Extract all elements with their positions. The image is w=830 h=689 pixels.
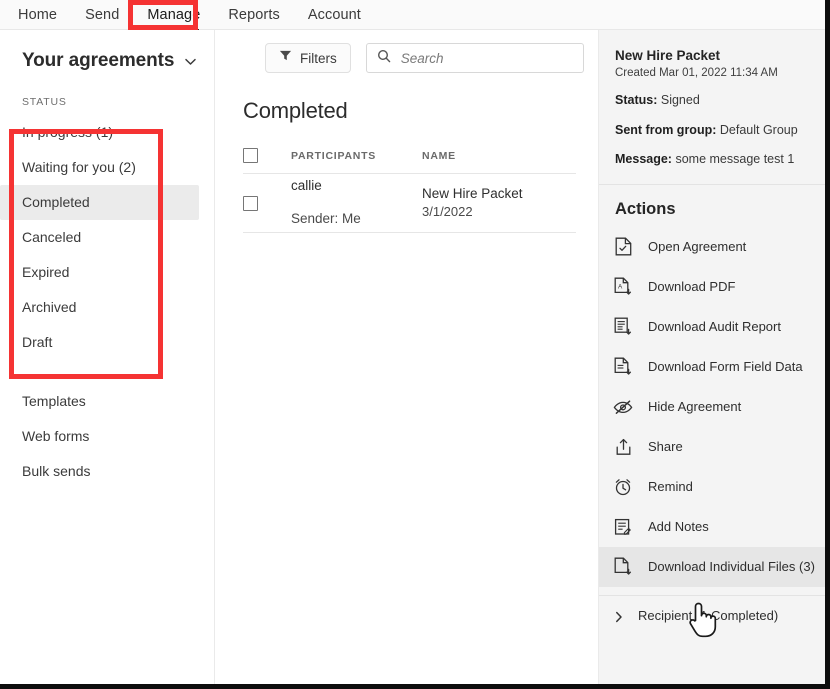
action-label: Download Individual Files (3) <box>648 559 815 575</box>
detail-field-message: Message: some message test 1 <box>615 152 809 168</box>
search-box[interactable] <box>365 43 584 73</box>
nav-item-send[interactable]: Send <box>85 7 119 23</box>
action-download-pdf[interactable]: A Download PDF <box>599 267 825 307</box>
participant-name: callie <box>291 178 322 194</box>
agreement-detail-panel: New Hire Packet Created Mar 01, 2022 11:… <box>599 30 825 684</box>
select-all-checkbox[interactable] <box>243 148 258 163</box>
funnel-icon <box>279 49 292 67</box>
action-download-audit-report[interactable]: Download Audit Report <box>599 307 825 347</box>
nav-item-home[interactable]: Home <box>18 7 57 23</box>
detail-field-group-value: Default Group <box>719 122 798 137</box>
search-icon <box>377 49 391 68</box>
participant-sender: Sender: Me <box>291 211 361 226</box>
status-item-draft[interactable]: Draft <box>0 325 199 360</box>
recipient-expander[interactable]: Recipient (1 Completed) <box>599 594 825 636</box>
action-label: Download Form Field Data <box>648 359 803 375</box>
table-row[interactable]: callie Sender: Me New Hire Packet 3/1/20… <box>243 174 576 233</box>
nav-item-reports[interactable]: Reports <box>228 7 279 23</box>
status-item-waiting-for-you[interactable]: Waiting for you (2) <box>0 150 199 185</box>
nav-item-account[interactable]: Account <box>308 7 361 23</box>
status-item-expired[interactable]: Expired <box>0 255 199 290</box>
row-select-cell <box>243 195 291 211</box>
agreements-dropdown[interactable]: Your agreements <box>0 30 214 76</box>
recipient-summary-label: Recipient (1 Completed) <box>638 608 779 624</box>
workspace: Your agreements STATUS In progress (1) W… <box>0 30 825 684</box>
filters-button[interactable]: Filters <box>265 43 351 73</box>
status-item-canceled[interactable]: Canceled <box>0 220 199 255</box>
formdata-download-icon <box>613 357 633 377</box>
detail-created: Created Mar 01, 2022 11:34 AM <box>615 67 778 79</box>
action-label: Open Agreement <box>648 239 747 255</box>
table-header-row: PARTICIPANTS NAME <box>243 148 576 174</box>
alarm-clock-icon <box>613 477 633 497</box>
sidebar-item-web-forms[interactable]: Web forms <box>0 419 214 454</box>
svg-text:A: A <box>618 284 623 291</box>
row-name-cell: New Hire Packet 3/1/2022 <box>422 184 576 222</box>
status-section-label: STATUS <box>22 96 67 108</box>
sidebar-nav-list: Templates Web forms Bulk sends <box>0 384 214 489</box>
action-label: Add Notes <box>648 519 709 535</box>
action-label: Download Audit Report <box>648 319 781 335</box>
select-all-cell <box>243 148 291 163</box>
list-toolbar: Filters <box>215 30 598 76</box>
agreement-date: 3/1/2022 <box>422 204 473 220</box>
report-download-icon <box>613 317 633 337</box>
app-window: Home Send Manage Reports Account Your ag… <box>0 0 830 689</box>
chevron-right-icon <box>613 610 625 623</box>
filters-label: Filters <box>300 50 337 66</box>
detail-title: New Hire Packet <box>615 48 721 63</box>
column-header-participants: PARTICIPANTS <box>291 149 377 162</box>
row-checkbox[interactable] <box>243 195 258 211</box>
agreements-table: PARTICIPANTS NAME callie Sender: Me New … <box>243 148 576 233</box>
detail-field-group-label: Sent from group: <box>615 122 717 137</box>
status-item-archived[interactable]: Archived <box>0 290 199 325</box>
file-download-icon <box>613 557 633 577</box>
action-add-notes[interactable]: Add Notes <box>599 507 825 547</box>
actions-heading: Actions <box>615 199 676 218</box>
status-item-in-progress[interactable]: In progress (1) <box>0 115 199 150</box>
detail-field-group: Sent from group: Default Group <box>615 123 809 139</box>
action-remind[interactable]: Remind <box>599 467 825 507</box>
top-navigation-bar: Home Send Manage Reports Account <box>0 0 825 32</box>
share-upload-icon <box>613 437 633 457</box>
detail-field-status: Status: Signed <box>615 93 809 109</box>
chevron-down-icon <box>184 55 197 68</box>
action-label: Download PDF <box>648 279 736 295</box>
action-download-form-field-data[interactable]: Download Form Field Data <box>599 347 825 387</box>
action-hide-agreement[interactable]: Hide Agreement <box>599 387 825 427</box>
eye-slash-icon <box>613 397 633 417</box>
agreements-title: Your agreements <box>22 50 175 71</box>
search-input[interactable] <box>398 49 573 67</box>
action-label: Remind <box>648 479 693 495</box>
agreement-name: New Hire Packet <box>422 185 523 201</box>
row-participants-cell: callie Sender: Me <box>291 178 422 227</box>
detail-field-message-label: Message: <box>615 152 672 167</box>
nav-item-manage[interactable]: Manage <box>147 7 200 32</box>
action-label: Hide Agreement <box>648 399 742 415</box>
sidebar-item-templates[interactable]: Templates <box>0 384 214 419</box>
agreement-list-panel: Filters Completed PARTICIPANTS <box>215 30 599 684</box>
notes-icon <box>613 517 633 537</box>
action-open-agreement[interactable]: Open Agreement <box>599 227 825 267</box>
document-check-icon <box>613 237 633 257</box>
left-sidebar: Your agreements STATUS In progress (1) W… <box>0 30 215 684</box>
action-label: Share <box>648 439 683 455</box>
agreement-list-area: Completed PARTICIPANTS NAME callie Sende… <box>215 76 598 233</box>
detail-field-status-value: Signed <box>660 93 700 107</box>
status-filter-list: In progress (1) Waiting for you (2) Comp… <box>0 115 214 360</box>
sidebar-item-bulk-sends[interactable]: Bulk sends <box>0 454 214 489</box>
action-share[interactable]: Share <box>599 427 825 467</box>
pdf-download-icon: A <box>613 277 633 297</box>
action-download-individual-files[interactable]: Download Individual Files (3) <box>599 546 825 587</box>
detail-field-status-label: Status: <box>615 93 658 107</box>
detail-summary: New Hire Packet Created Mar 01, 2022 11:… <box>599 30 825 185</box>
status-item-completed[interactable]: Completed <box>0 185 199 220</box>
column-header-name: NAME <box>422 149 456 162</box>
detail-field-message-value: some message test 1 <box>675 152 795 167</box>
list-title: Completed <box>243 98 348 123</box>
